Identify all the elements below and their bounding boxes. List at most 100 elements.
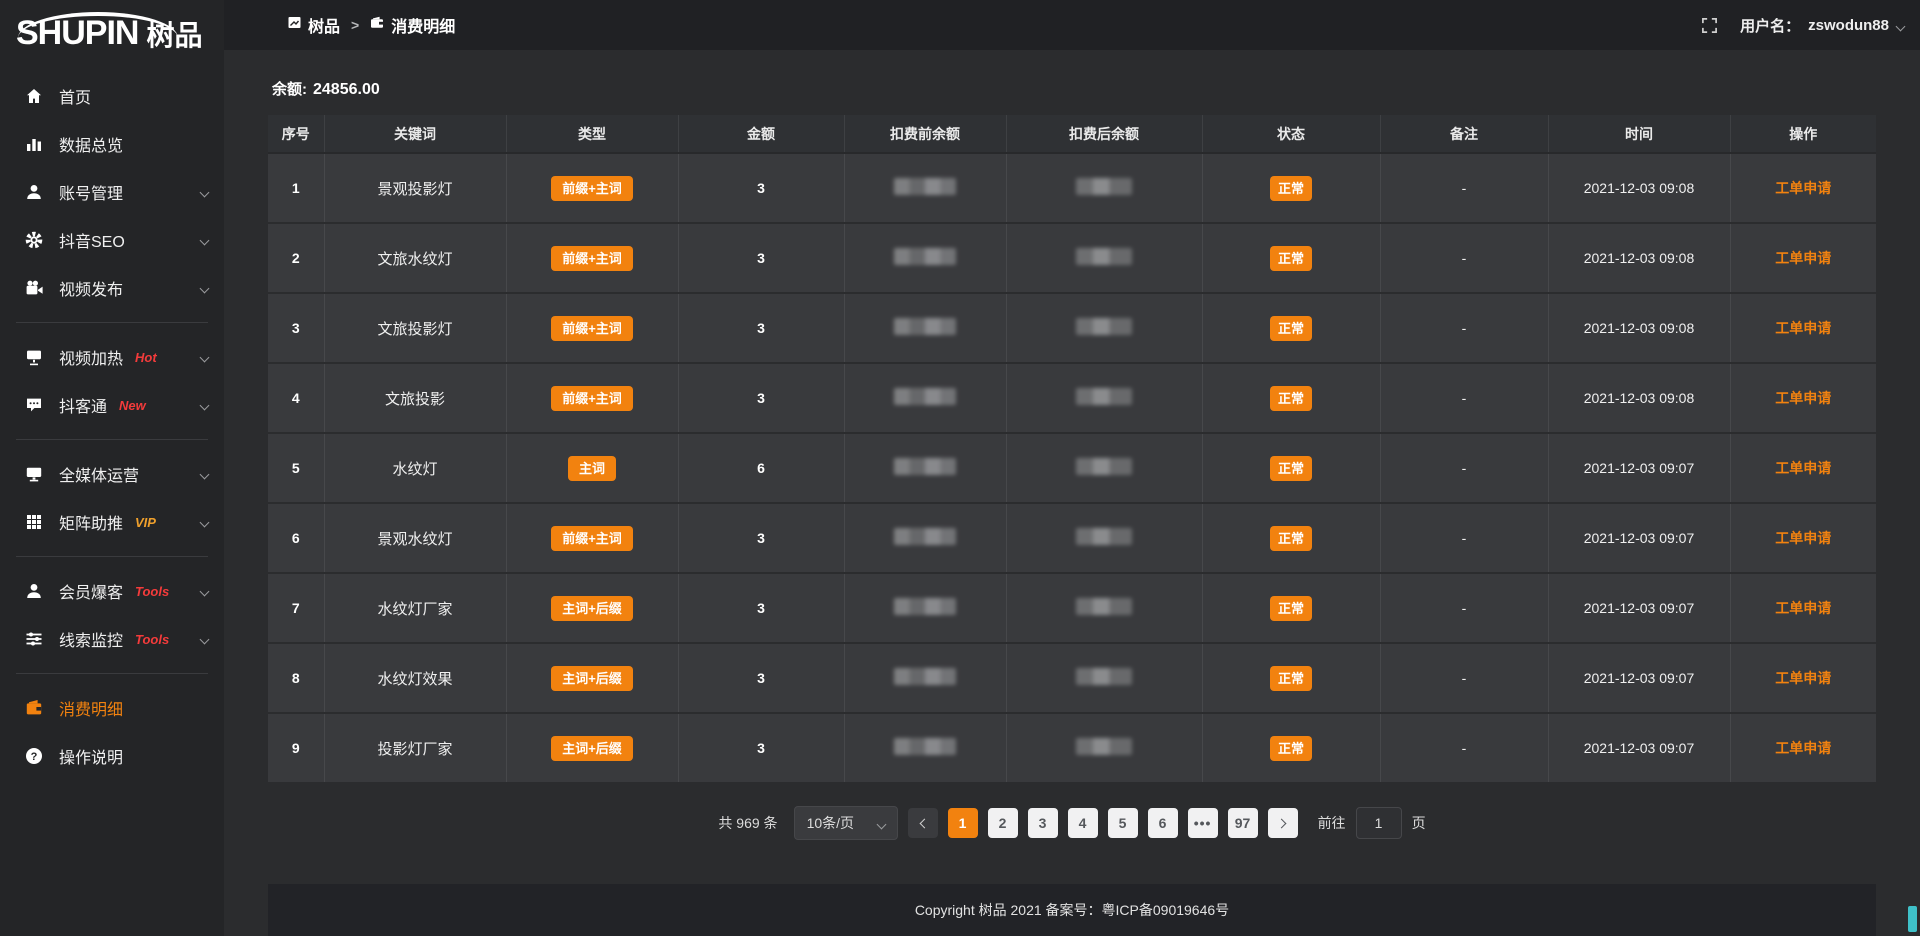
total-count: 共 969 条 xyxy=(718,813,777,833)
cell-status: 正常 xyxy=(1202,153,1380,223)
chevron-down-icon xyxy=(201,582,208,600)
svg-text:?: ? xyxy=(31,751,38,763)
cell-time: 2021-12-03 09:08 xyxy=(1548,293,1730,363)
ticket-request-link[interactable]: 工单申请 xyxy=(1775,530,1831,546)
breadcrumb-home[interactable]: 树品 xyxy=(288,13,340,37)
prev-page-button[interactable] xyxy=(908,808,938,838)
wallet-icon xyxy=(370,16,384,34)
table-body: 1 景观投影灯 前缀+主词 3 正常 - 2021-12-03 09:08 工单… xyxy=(268,153,1876,783)
redacted-value xyxy=(1076,738,1132,755)
cell-type: 前缀+主词 xyxy=(506,363,678,433)
type-badge: 前缀+主词 xyxy=(551,526,633,551)
goto-suffix: 页 xyxy=(1412,813,1426,833)
cell-balance-before xyxy=(844,503,1006,573)
vip-tag: VIP xyxy=(135,515,156,530)
ticket-request-link[interactable]: 工单申请 xyxy=(1775,250,1831,266)
page-size-select[interactable]: 10条/页 xyxy=(794,806,898,840)
redacted-value xyxy=(1076,598,1132,615)
sidebar-item-clue-monitor[interactable]: 线索监控 Tools xyxy=(0,615,224,663)
home-icon xyxy=(24,87,44,105)
ticket-request-link[interactable]: 工单申请 xyxy=(1775,740,1831,756)
type-badge: 主词 xyxy=(568,456,616,481)
sidebar-item-account-management[interactable]: 账号管理 xyxy=(0,168,224,216)
cell-amount: 3 xyxy=(678,293,844,363)
page-button-5[interactable]: 5 xyxy=(1108,808,1138,838)
ticket-request-link[interactable]: 工单申请 xyxy=(1775,180,1831,196)
redacted-value xyxy=(894,668,956,685)
cell-balance-before xyxy=(844,223,1006,293)
balance-value: 24856.00 xyxy=(313,81,380,98)
redacted-value xyxy=(1076,528,1132,545)
chevron-down-icon xyxy=(201,396,208,414)
type-badge: 前缀+主词 xyxy=(551,246,633,271)
cell-type: 主词+后缀 xyxy=(506,573,678,643)
sidebar-item-douyin-seo[interactable]: 抖音SEO xyxy=(0,216,224,264)
user-menu[interactable]: 用户名： zswodun88 xyxy=(1740,15,1904,36)
goto-page-input[interactable] xyxy=(1356,807,1402,839)
cell-time: 2021-12-03 09:07 xyxy=(1548,643,1730,713)
cell-status: 正常 xyxy=(1202,433,1380,503)
redacted-value xyxy=(1076,668,1132,685)
cell-time: 2021-12-03 09:07 xyxy=(1548,503,1730,573)
sidebar-item-label: 抖音SEO xyxy=(59,228,125,252)
chevron-down-icon xyxy=(201,279,208,297)
sidebar-item-omnimedia[interactable]: 全媒体运营 xyxy=(0,450,224,498)
status-badge: 正常 xyxy=(1270,736,1312,761)
redacted-value xyxy=(894,738,956,755)
next-page-button[interactable] xyxy=(1268,808,1298,838)
table-row: 2 文旅水纹灯 前缀+主词 3 正常 - 2021-12-03 09:08 工单… xyxy=(268,223,1876,293)
redacted-value xyxy=(1076,388,1132,405)
balance-label: 余额: xyxy=(272,81,307,98)
cell-action: 工单申请 xyxy=(1730,363,1876,433)
cell-time: 2021-12-03 09:08 xyxy=(1548,153,1730,223)
chevron-down-icon xyxy=(201,348,208,366)
sidebar-item-consumption-details[interactable]: 消费明细 xyxy=(0,684,224,732)
cell-amount: 3 xyxy=(678,713,844,783)
cell-time: 2021-12-03 09:08 xyxy=(1548,363,1730,433)
sidebar-item-label: 会员爆客 xyxy=(59,579,123,603)
cell-remark: - xyxy=(1380,433,1548,503)
sidebar-item-home[interactable]: 首页 xyxy=(0,72,224,120)
sidebar-item-data-overview[interactable]: 数据总览 xyxy=(0,120,224,168)
scrollbar-thumb[interactable] xyxy=(1908,906,1917,932)
type-badge: 前缀+主词 xyxy=(551,316,633,341)
cell-remark: - xyxy=(1380,573,1548,643)
monitor-icon xyxy=(24,465,44,483)
page-button-2[interactable]: 2 xyxy=(988,808,1018,838)
status-badge: 正常 xyxy=(1270,176,1312,201)
ticket-request-link[interactable]: 工单申请 xyxy=(1775,460,1831,476)
fullscreen-icon[interactable] xyxy=(1701,17,1718,34)
cell-no: 7 xyxy=(268,573,324,643)
sidebar-item-label: 账号管理 xyxy=(59,180,123,204)
sidebar-item-instructions[interactable]: ? 操作说明 xyxy=(0,732,224,780)
cell-status: 正常 xyxy=(1202,363,1380,433)
breadcrumb-current[interactable]: 消费明细 xyxy=(370,13,455,37)
ticket-request-link[interactable]: 工单申请 xyxy=(1775,600,1831,616)
sidebar-item-member-baoke[interactable]: 会员爆客 Tools xyxy=(0,567,224,615)
redacted-value xyxy=(1076,248,1132,265)
sidebar-item-video-publish[interactable]: 视频发布 xyxy=(0,264,224,312)
page-button-last[interactable]: 97 xyxy=(1228,808,1258,838)
cell-status: 正常 xyxy=(1202,643,1380,713)
cell-balance-after xyxy=(1006,363,1202,433)
sidebar-item-label: 全媒体运营 xyxy=(59,462,139,486)
sidebar-item-doukertong[interactable]: 抖客通 New xyxy=(0,381,224,429)
col-header-status: 状态 xyxy=(1202,115,1380,153)
cell-balance-after xyxy=(1006,223,1202,293)
more-pages-button[interactable]: ••• xyxy=(1188,808,1218,838)
ticket-request-link[interactable]: 工单申请 xyxy=(1775,670,1831,686)
cell-action: 工单申请 xyxy=(1730,153,1876,223)
page-button-4[interactable]: 4 xyxy=(1068,808,1098,838)
page-button-6[interactable]: 6 xyxy=(1148,808,1178,838)
ticket-request-link[interactable]: 工单申请 xyxy=(1775,320,1831,336)
page-button-3[interactable]: 3 xyxy=(1028,808,1058,838)
type-badge: 主词+后缀 xyxy=(551,736,633,761)
cell-amount: 3 xyxy=(678,643,844,713)
sidebar-item-video-heat[interactable]: 视频加热 Hot xyxy=(0,333,224,381)
status-badge: 正常 xyxy=(1270,666,1312,691)
cell-remark: - xyxy=(1380,153,1548,223)
ticket-request-link[interactable]: 工单申请 xyxy=(1775,390,1831,406)
page-button-1[interactable]: 1 xyxy=(948,808,978,838)
sidebar-item-matrix-boost[interactable]: 矩阵助推 VIP xyxy=(0,498,224,546)
table-row: 7 水纹灯厂家 主词+后缀 3 正常 - 2021-12-03 09:07 工单… xyxy=(268,573,1876,643)
